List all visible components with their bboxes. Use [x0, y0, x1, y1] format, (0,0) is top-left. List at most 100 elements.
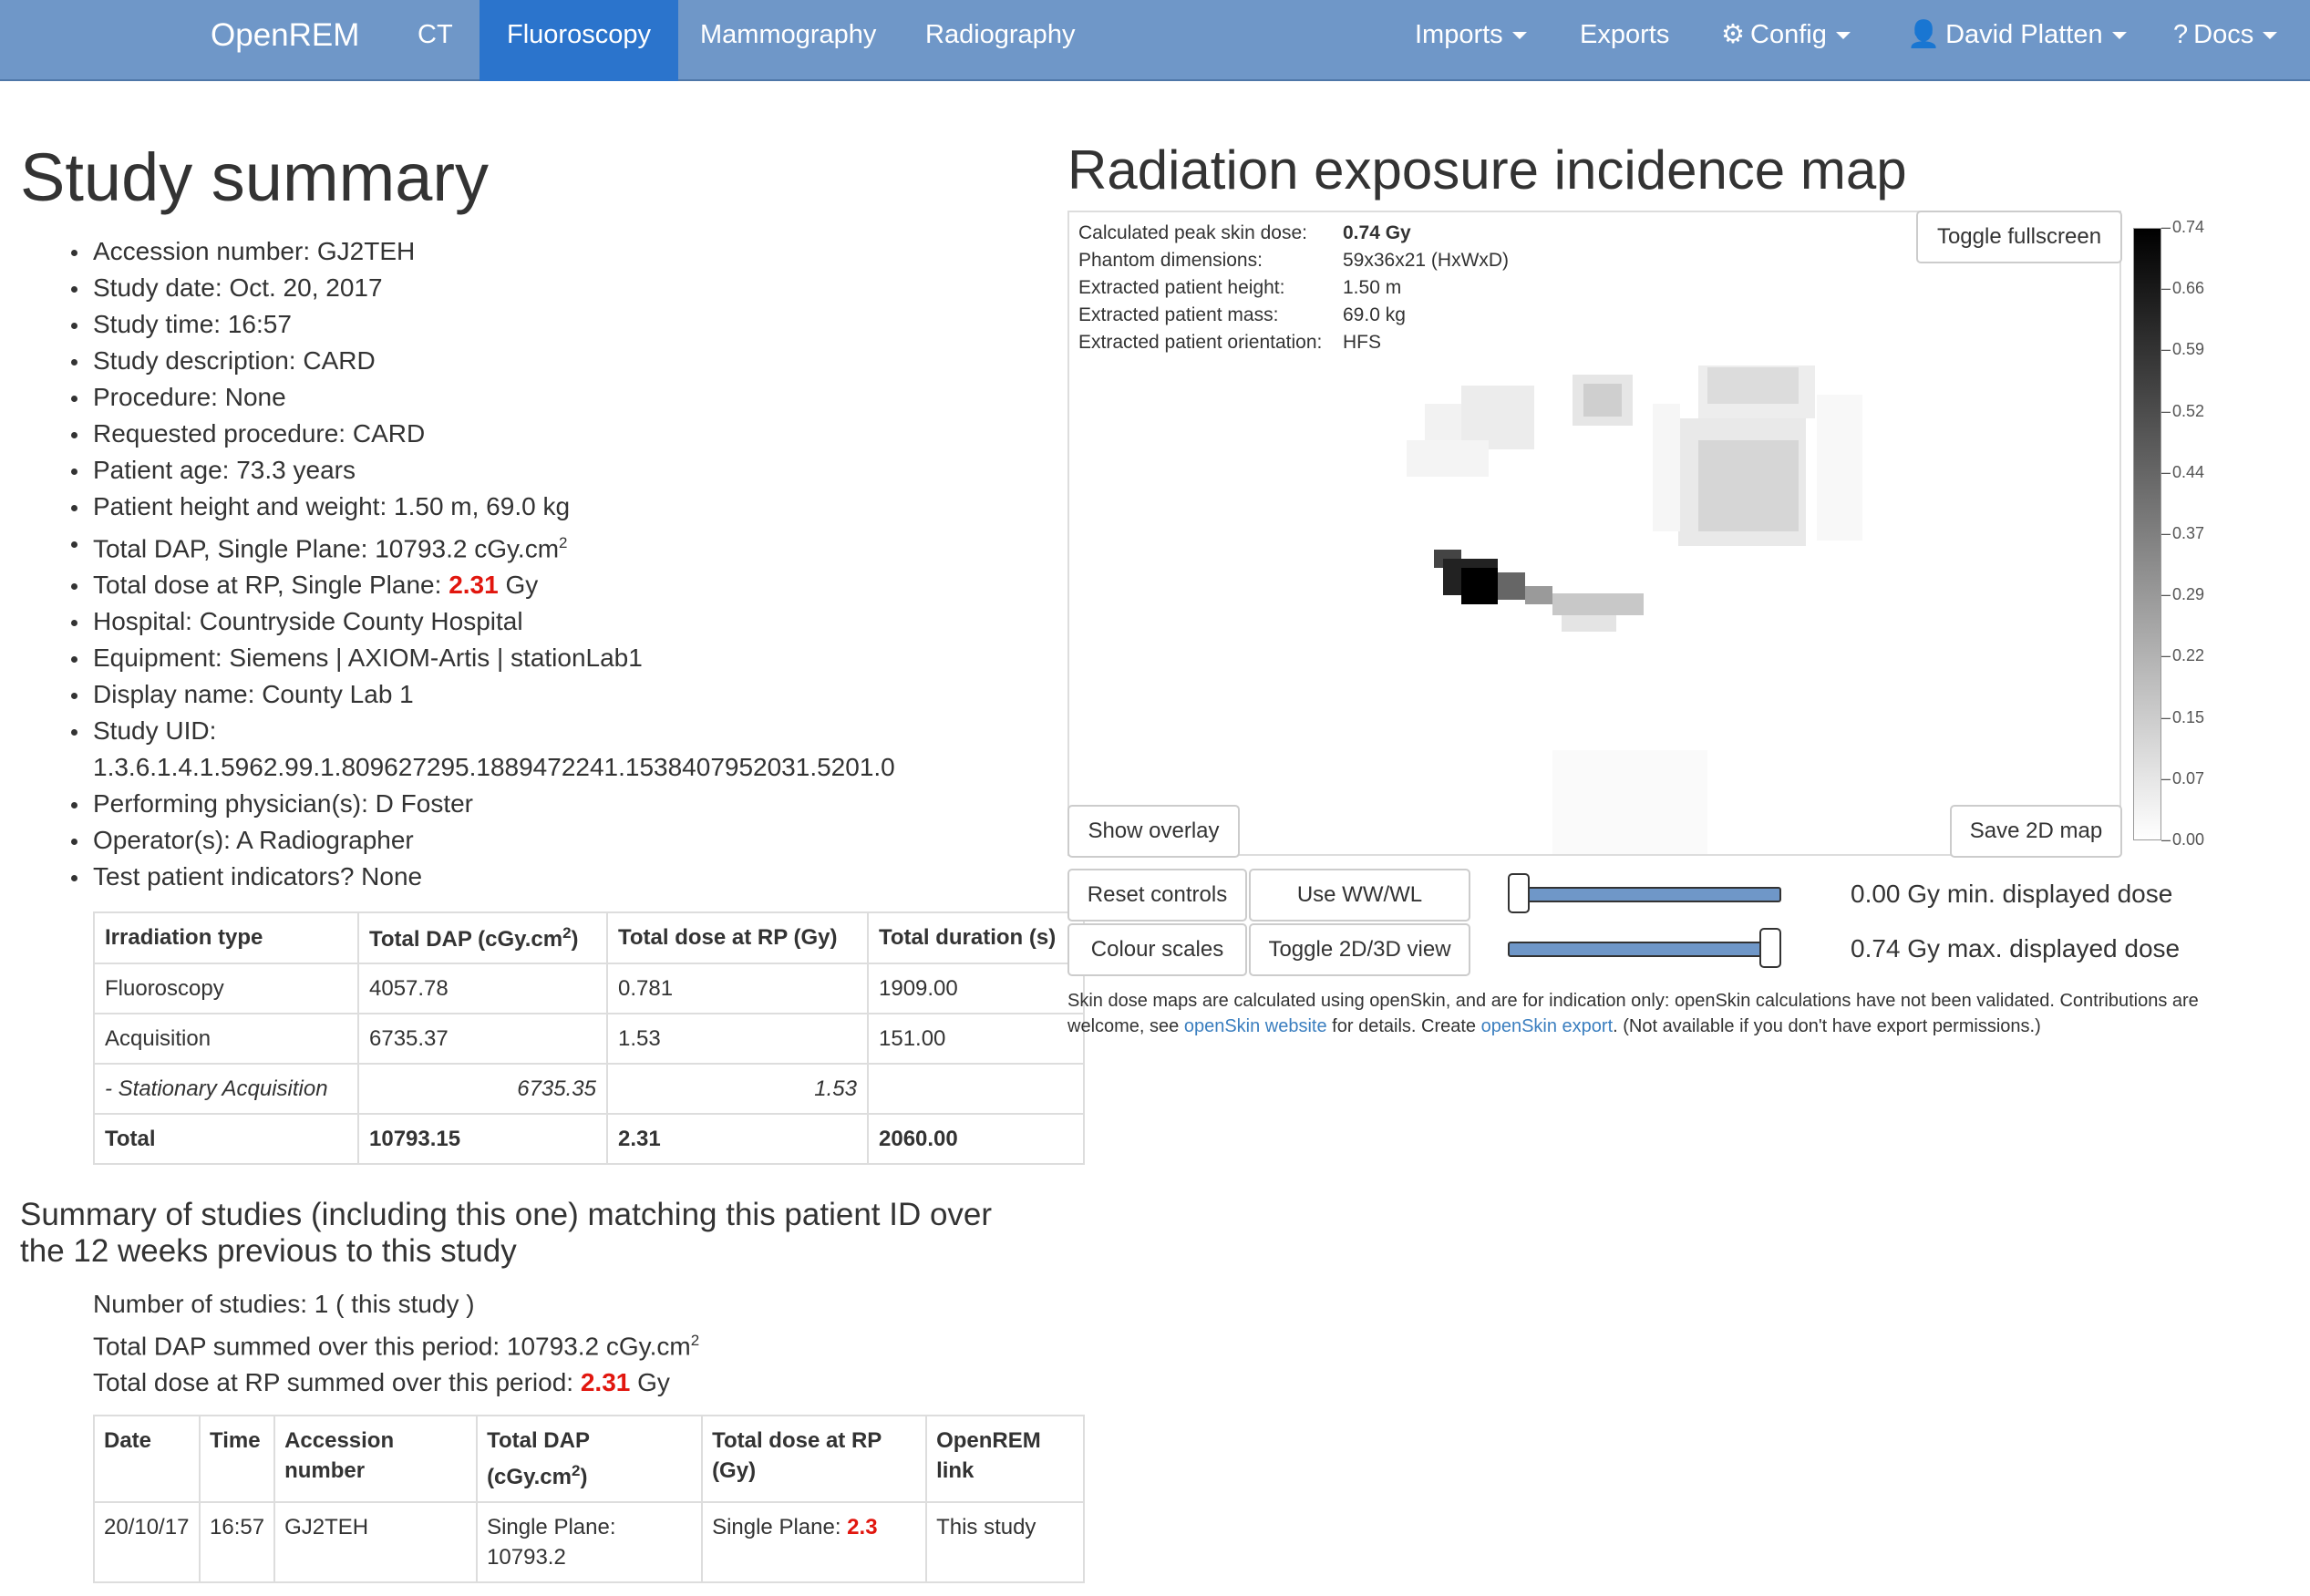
note-text: . (Not available if you don't have expor…	[1613, 1016, 2041, 1036]
detail-label: Study description:	[93, 346, 304, 375]
rp-summed-unit: Gy	[630, 1368, 670, 1397]
nav-radiography[interactable]: Radiography	[925, 0, 1075, 81]
detail-item: Study description: CARD	[57, 343, 1041, 379]
detail-label: Study date:	[93, 273, 230, 302]
nav-user[interactable]: 👤 David Platten	[1907, 0, 2127, 81]
dose-region	[1425, 404, 1461, 440]
max-dose-slider-handle[interactable]	[1759, 928, 1781, 968]
min-dose-slider-handle[interactable]	[1508, 873, 1530, 913]
detail-value-highlight: 2.31	[449, 571, 499, 600]
col-total-dap-label: Total DAP (cGy.cm	[487, 1428, 590, 1489]
dose-region	[1461, 568, 1498, 604]
colour-scales-button[interactable]: Colour scales	[1067, 923, 1247, 976]
col-date: Date	[93, 1415, 201, 1503]
detail-item: Patient height and weight: 1.50 m, 69.0 …	[57, 489, 1041, 525]
cell-rp: 0.781	[606, 963, 869, 1014]
superscript: 2	[559, 534, 568, 551]
rp-summed: Total dose at RP summed over this period…	[93, 1364, 699, 1401]
nav-config[interactable]: ⚙ Config	[1721, 0, 1851, 81]
detail-label: Requested procedure:	[93, 419, 353, 448]
brand-link[interactable]: OpenREM	[211, 0, 359, 81]
openskin-export-link[interactable]: openSkin export	[1481, 1016, 1614, 1036]
cell-date: 20/10/17	[93, 1501, 201, 1583]
detail-item: Display name: County Lab 1	[57, 676, 1041, 713]
cell-rp: 1.53	[606, 1063, 869, 1115]
detail-item: Procedure: None	[57, 379, 1041, 416]
detail-label: Test patient indicators?	[93, 862, 362, 891]
superscript: 2	[562, 923, 572, 942]
nav-docs[interactable]: ? Docs	[2173, 0, 2278, 81]
min-dose-slider[interactable]	[1508, 887, 1781, 902]
gear-icon: ⚙	[1721, 20, 1745, 49]
colorbar-tick-label: 0.44	[2161, 463, 2204, 482]
detail-item: Study time: 16:57	[57, 306, 1041, 343]
detail-item: Patient age: 73.3 years	[57, 452, 1041, 489]
dose-colorbar	[2133, 228, 2161, 840]
max-dose-slider[interactable]	[1508, 942, 1781, 957]
detail-label: Display name:	[93, 680, 263, 709]
save-2d-map-button[interactable]: Save 2D map	[1950, 805, 2122, 858]
show-overlay-button[interactable]: Show overlay	[1067, 805, 1240, 858]
toggle-fullscreen-button[interactable]: Toggle fullscreen	[1916, 211, 2122, 263]
toggle-2d-3d-button[interactable]: Toggle 2D/3D view	[1249, 923, 1470, 976]
cell-link: This study	[925, 1501, 1085, 1583]
colorbar-tick-label: 0.52	[2161, 402, 2204, 421]
chevron-down-icon	[2263, 32, 2278, 40]
matching-summary: Number of studies: 1 ( this study ) Tota…	[93, 1286, 699, 1401]
openskin-website-link[interactable]: openSkin website	[1184, 1016, 1327, 1036]
detail-item: Total dose at RP, Single Plane: 2.31 Gy	[57, 567, 1041, 603]
detail-value: A Radiographer	[236, 826, 414, 855]
detail-item: Study UID:	[57, 713, 1041, 749]
detail-label: Total dose at RP, Single Plane:	[93, 571, 449, 600]
detail-item: Hospital: Countryside County Hospital	[57, 603, 1041, 640]
dap-summed: Total DAP summed over this period: 10793…	[93, 1323, 699, 1364]
cell-type: Fluoroscopy	[93, 963, 359, 1014]
col-total-dap-label: Total DAP (cGy.cm	[369, 926, 563, 952]
detail-item: Equipment: Siemens | AXIOM-Artis | stati…	[57, 640, 1041, 676]
detail-value: 73.3 years	[236, 456, 356, 484]
cell-duration	[867, 1063, 1085, 1115]
cell-rp: Single Plane: 2.3	[701, 1501, 928, 1583]
map-title: Radiation exposure incidence map	[1067, 139, 1907, 201]
user-icon: 👤	[1907, 20, 1941, 49]
col-openrem-link: OpenREM link	[925, 1415, 1085, 1503]
table-row: Fluoroscopy 4057.78 0.781 1909.00	[93, 963, 1085, 1014]
detail-label: Patient height and weight:	[93, 492, 395, 520]
cell-type: - Stationary Acquisition	[93, 1063, 359, 1115]
col-total-dap: Total DAP (cGy.cm2)	[357, 911, 608, 964]
cell-rp: 2.31	[606, 1113, 869, 1165]
min-dose-label: 0.00 Gy min. displayed dose	[1851, 880, 2173, 908]
dose-region	[1461, 386, 1534, 449]
imports-label: Imports	[1415, 20, 1503, 49]
skin-dose-heatmap	[1407, 366, 1862, 854]
top-navbar: OpenREM CT Fluoroscopy Mammography Radio…	[0, 0, 2310, 81]
detail-label: Total DAP, Single Plane:	[93, 534, 376, 563]
detail-item: Study date: Oct. 20, 2017	[57, 270, 1041, 306]
colorbar-tick-label: 0.74	[2161, 218, 2204, 237]
nav-mammography[interactable]: Mammography	[700, 0, 876, 81]
table-header-row: Irradiation type Total DAP (cGy.cm2) Tot…	[93, 911, 1085, 964]
nav-imports[interactable]: Imports	[1415, 0, 1527, 81]
cell-duration: 151.00	[867, 1013, 1085, 1065]
reset-controls-button[interactable]: Reset controls	[1067, 869, 1247, 922]
study-details-list: Accession number: GJ2TEH Study date: Oct.…	[57, 233, 1041, 895]
detail-label: Hospital:	[93, 607, 200, 636]
nav-exports[interactable]: Exports	[1580, 0, 1669, 81]
nav-fluoroscopy[interactable]: Fluoroscopy	[480, 0, 678, 81]
table-row: Acquisition 6735.37 1.53 151.00	[93, 1013, 1085, 1065]
detail-label: Patient age:	[93, 456, 237, 484]
table-row: 20/10/17 16:57 GJ2TEH Single Plane: 1079…	[93, 1501, 1085, 1583]
nav-ct[interactable]: CT	[418, 0, 453, 81]
dose-region	[1653, 404, 1680, 531]
col-total-dap-close: )	[571, 926, 579, 952]
skin-dose-map-panel[interactable]: Calculated peak skin dose: 0.74 Gy Phanto…	[1067, 211, 2122, 858]
rp-summed-text: Total dose at RP summed over this period…	[93, 1368, 581, 1397]
detail-value: Oct. 20, 2017	[229, 273, 383, 302]
use-wwwl-button[interactable]: Use WW/WL	[1249, 869, 1470, 922]
detail-value: 1.50 m, 69.0 kg	[394, 492, 571, 520]
detail-label: Procedure:	[93, 383, 225, 411]
detail-item: Operator(s): A Radiographer	[57, 822, 1041, 859]
page-title: Study summary	[20, 139, 490, 215]
cell-rp: 1.53	[606, 1013, 869, 1065]
colorbar-tick-label: 0.15	[2161, 708, 2204, 727]
